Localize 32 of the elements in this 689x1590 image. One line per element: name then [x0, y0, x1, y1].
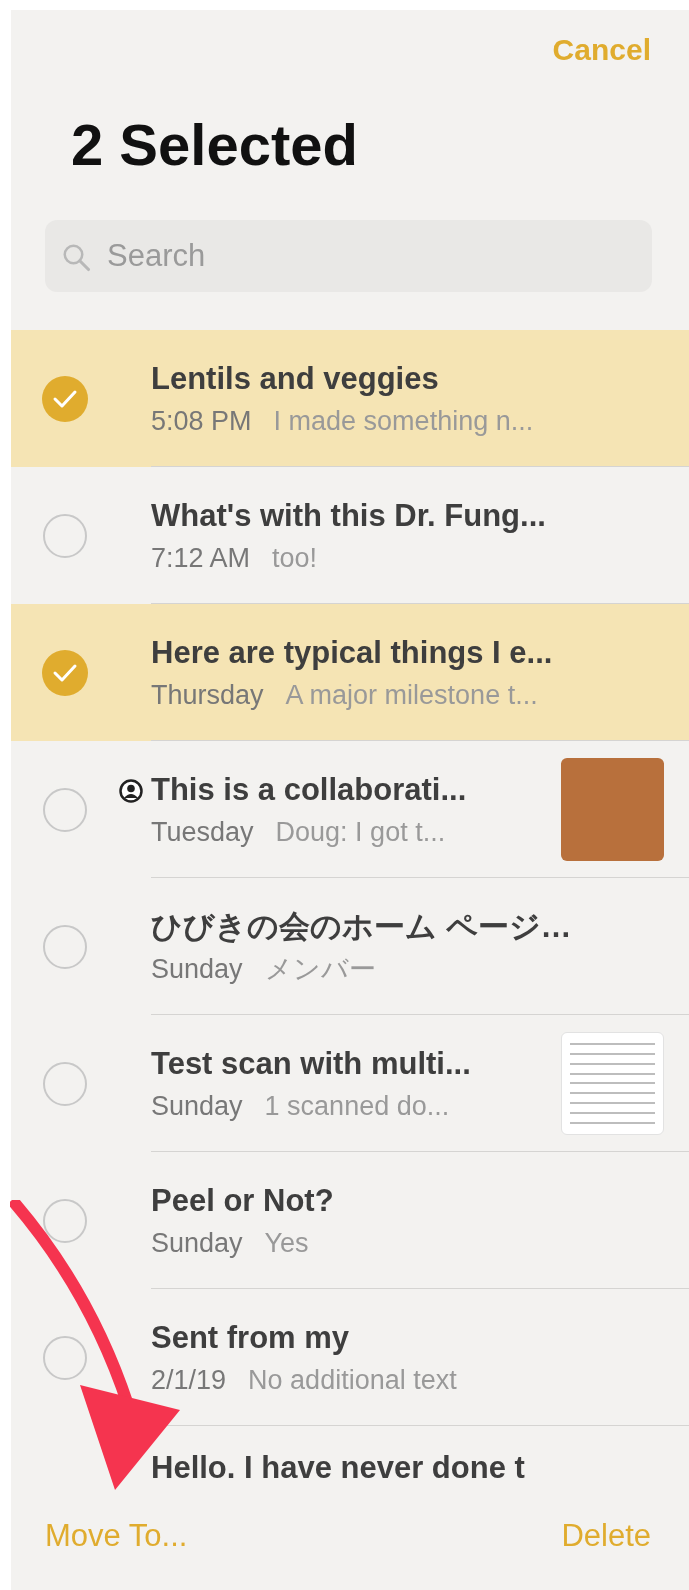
note-preview: No additional text: [248, 1364, 457, 1395]
note-title: Lentils and veggies: [151, 359, 440, 398]
note-date: 5:08 PM: [151, 405, 252, 436]
note-preview: Doug: I got t...: [275, 816, 446, 847]
note-date: Sunday: [151, 1090, 243, 1121]
selected-note-row[interactable]: Here are typical things I e... Thursday A major milestone t...: [11, 604, 689, 741]
checkmark-circle-icon[interactable]: [42, 649, 88, 696]
note-title: Sent from my: [151, 1318, 351, 1357]
note-preview: A major milestone t...: [285, 679, 538, 710]
note-title: Test scan with multi...: [151, 1044, 472, 1083]
note-date: Sunday: [151, 1227, 243, 1258]
note-title: ひびきの会のホーム ページ…: [151, 907, 573, 946]
note-date: 7:12 AM: [151, 542, 251, 573]
note-date: Sunday: [151, 953, 243, 984]
screen-title: 2 Selected: [11, 90, 689, 200]
note-preview: メンバー: [264, 953, 376, 984]
checkmark-circle-icon[interactable]: [42, 375, 88, 422]
note-preview: too!: [272, 542, 318, 573]
note-title: What's with this Dr. Fung...: [151, 496, 547, 535]
note-title: Peel or Not?: [151, 1181, 335, 1220]
note-date: Tuesday: [151, 816, 254, 847]
note-preview: I made something n...: [273, 405, 534, 436]
note-title: This is a collaborati...: [151, 770, 468, 809]
note-preview: Yes: [264, 1227, 309, 1258]
note-date: 2/1/19: [151, 1364, 227, 1395]
search-field[interactable]: Search: [45, 220, 652, 292]
note-date: Thursday: [151, 679, 264, 710]
search-icon: [61, 242, 91, 272]
note-preview: 1 scanned do...: [264, 1090, 450, 1121]
note-title: Here are typical things I e...: [151, 633, 554, 672]
selected-note-row[interactable]: Lentils and veggies 5:08 PM I made something n...: [11, 330, 689, 467]
note-title: Hello. I have never done t: [151, 1449, 526, 1482]
